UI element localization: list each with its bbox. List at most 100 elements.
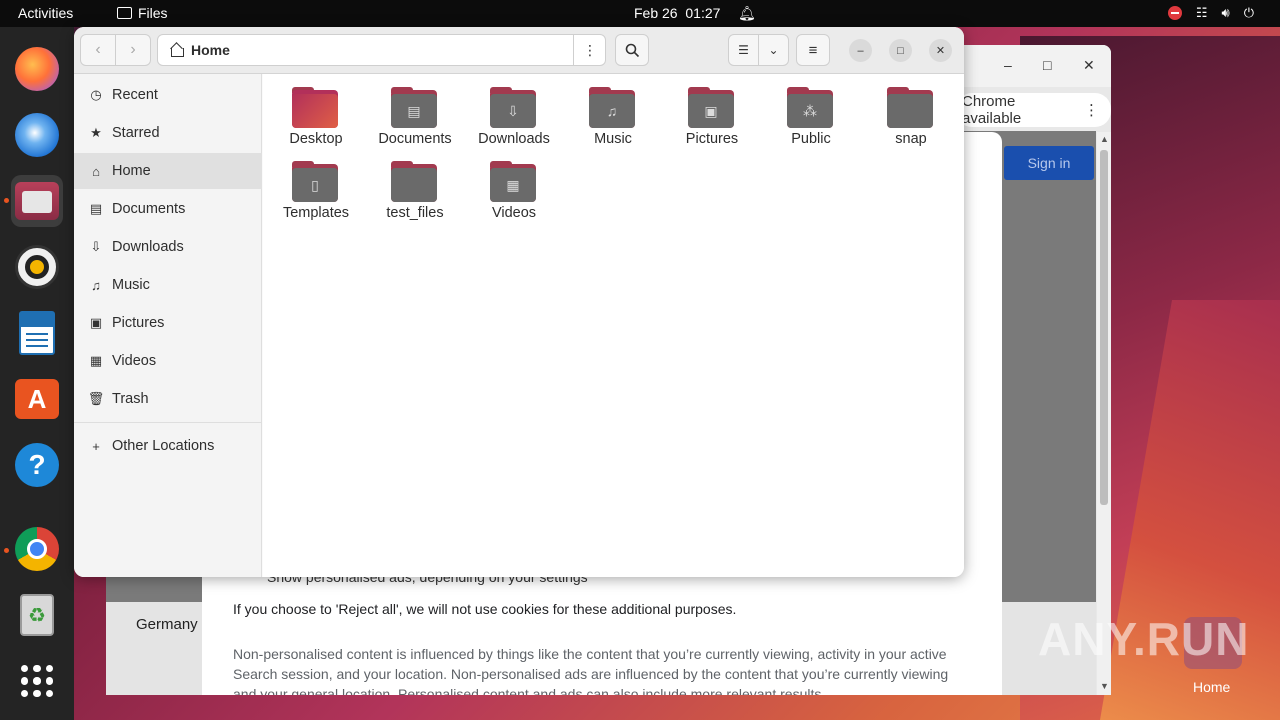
close-icon: ✕ [935,45,946,57]
folder-icon [117,7,132,19]
scrollbar-thumb[interactable] [1100,150,1108,505]
folder-item-public[interactable]: ⁂ Public [763,77,859,147]
forward-button[interactable]: › [115,35,150,65]
close-icon[interactable]: ✕ [1083,57,1095,74]
folder-name: Music [594,131,632,147]
minimize-icon[interactable]: – [1004,57,1012,73]
sidebar-item-home[interactable]: ⌂ Home [74,153,262,189]
sidebar-item-videos[interactable]: ▦ Videos [74,343,262,379]
back-button[interactable]: ‹ [81,35,115,65]
sidebar-item-label: Other Locations [112,438,215,454]
sidebar-item-starred[interactable]: ★ Starred [74,115,262,151]
app-menu[interactable]: Files [117,5,168,21]
folder-icon [292,87,338,128]
app-center-icon: A [15,379,59,419]
sidebar-item-other-locations[interactable]: + Other Locations [74,428,262,464]
dock-show-apps[interactable] [11,655,63,707]
bell-icon[interactable]: 🔔︎ [738,5,756,22]
folder-name: Downloads [478,131,550,147]
browser-scrollbar[interactable]: ▲ ▼ [1097,132,1111,695]
clock-time: 01:27 [685,5,721,21]
home-icon: ⌂ [92,163,100,179]
sidebar-item-trash[interactable]: 🗑︎ Trash [74,381,262,417]
maximize-icon[interactable]: □ [1043,57,1051,73]
folder-name: Videos [491,205,537,221]
folder-item-music[interactable]: ♫ Music [565,77,661,147]
activities-button[interactable]: Activities [18,5,73,21]
dock-chrome[interactable] [11,523,63,575]
folder-item-templates[interactable]: ▯ Templates [268,151,364,221]
dock-help[interactable]: ? [11,439,63,491]
folder-name: Documents [378,131,452,147]
folder-name: snap [895,131,927,147]
sidebar-item-label: Downloads [112,239,184,255]
sidebar-item-label: Starred [112,125,160,141]
list-view-button[interactable]: ☰ [729,35,758,65]
dock-thunderbird[interactable] [11,109,63,161]
dock-trash[interactable]: ♻ [11,589,63,641]
sidebar-item-label: Music [112,277,150,293]
files-headerbar: ‹ › Home ⋮ ☰ ⌄ ≡ – □ ✕ [74,27,964,74]
chevron-right-icon: › [130,41,136,58]
folder-icon [391,161,437,202]
picture-icon: ▣ [704,102,718,119]
system-status-area[interactable]: ☷ 🔊︎ ⏻ [1167,5,1254,21]
home-icon [170,44,184,57]
folder-item-downloads[interactable]: ⇩ Downloads [466,77,562,147]
share-icon: ⁂ [803,102,817,119]
sidebar-item-downloads[interactable]: ⇩ Downloads [74,229,262,265]
clock-icon: ◷ [90,87,102,102]
view-options-button[interactable]: ⌄ [758,35,788,65]
scroll-down-icon[interactable]: ▼ [1100,681,1109,691]
folder-item-test-files[interactable]: test_files [367,151,463,221]
search-button[interactable] [615,34,649,66]
folder-item-desktop[interactable]: Desktop [268,77,364,147]
folder-icon: ▤ [391,87,437,128]
sidebar-item-label: Pictures [112,315,165,331]
path-bar[interactable]: Home [157,34,606,66]
maximize-button[interactable]: □ [889,39,912,62]
files-icon [15,182,59,220]
path-menu-button[interactable]: ⋮ [573,34,606,66]
sidebar-item-pictures[interactable]: ▣ Pictures [74,305,262,341]
folder-item-pictures[interactable]: ▣ Pictures [664,77,760,147]
file-grid: Desktop ▤ Documents ⇩ Downloads ♫ Music … [263,74,964,577]
dock-rhythmbox[interactable] [11,241,63,293]
folder-item-documents[interactable]: ▤ Documents [367,77,463,147]
sidebar-item-recent[interactable]: ◷ Recent [74,77,262,113]
footer-country: Germany [136,616,198,633]
minimize-button[interactable]: – [849,39,872,62]
folder-icon: ▦ [490,161,536,202]
main-menu-button[interactable]: ≡ [796,34,830,66]
scroll-up-icon[interactable]: ▲ [1100,134,1109,144]
close-button[interactable]: ✕ [929,39,952,62]
clock[interactable]: Feb 26 01:27 [634,5,720,21]
app-menu-label: Files [138,5,168,21]
dock-files[interactable] [11,175,63,227]
dock-writer[interactable] [11,307,63,359]
running-indicator [4,548,9,553]
folder-item-snap[interactable]: snap [863,77,959,147]
dock-app-center[interactable]: A [11,373,63,425]
power-icon: ⏻ [1243,5,1254,20]
sign-in-button[interactable]: Sign in [1004,146,1094,180]
template-icon: ▯ [311,176,319,193]
video-icon: ▦ [506,176,520,193]
search-icon [625,43,639,57]
sidebar-divider [74,422,262,423]
sidebar: ◷ Recent ★ Starred ⌂ Home ▤ Documents ⇩ … [74,74,262,577]
folder-icon: ♫ [589,87,635,128]
chrome-available-chip[interactable]: Chrome available ⋮ [956,93,1111,127]
dock: A ? ♻ [0,27,74,720]
dock-firefox[interactable] [11,43,63,95]
libreoffice-writer-icon [19,311,55,355]
volume-icon: 🔊︎ [1221,5,1230,20]
sidebar-item-music[interactable]: ♫ Music [74,267,262,303]
sidebar-item-documents[interactable]: ▤ Documents [74,191,262,227]
desktop-home-label[interactable]: Home [1193,679,1230,695]
hamburger-icon: ≡ [808,41,818,59]
folder-item-videos[interactable]: ▦ Videos [466,151,562,221]
folder-icon [887,87,933,128]
folder-name: Public [791,131,831,147]
trash-icon: ♻ [20,594,54,636]
